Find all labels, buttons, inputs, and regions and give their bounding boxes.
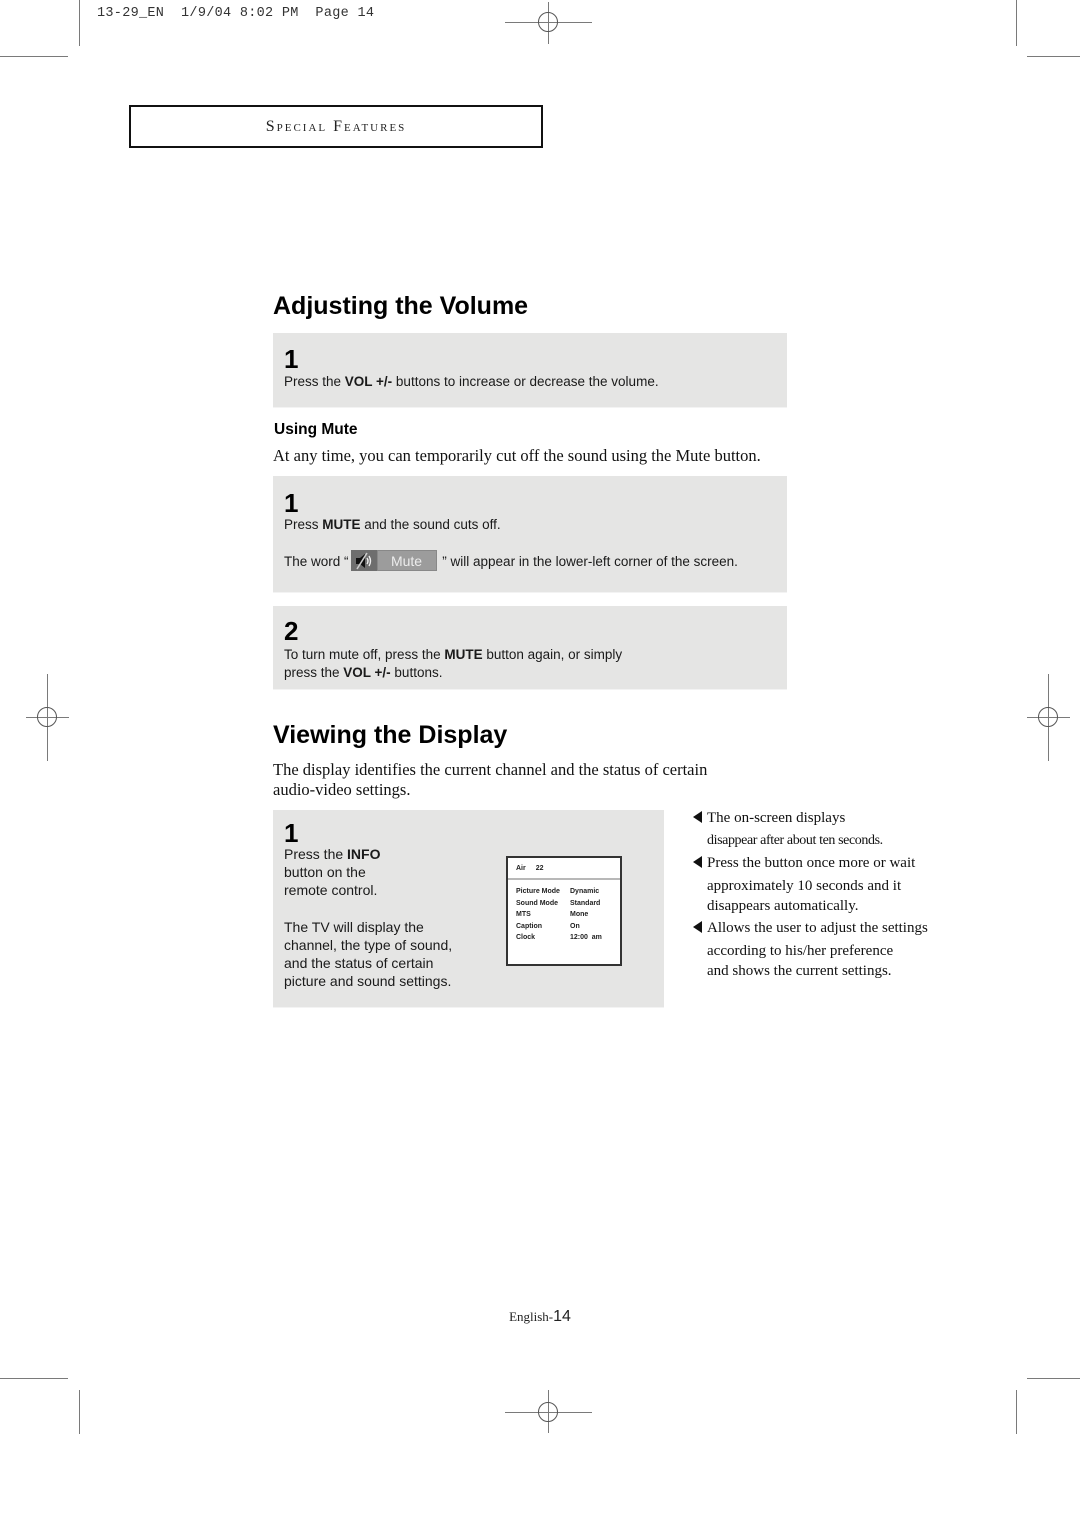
osd-row: Caption On [508, 921, 620, 933]
step-instruction: Press the VOL +/- buttons to increase or… [284, 373, 659, 391]
text: remote control. [284, 882, 378, 898]
crop-mark [1016, 1390, 1017, 1434]
step-instruction: Press MUTE and the sound cuts off. [284, 516, 501, 534]
text: channel, the type of sound, [284, 937, 453, 953]
registration-circle-icon [538, 1402, 558, 1422]
text: audio-video settings. [273, 780, 411, 799]
text: Press the button once more or wait [707, 855, 916, 871]
key-label: MUTE [444, 647, 483, 662]
section-header: Special Features [129, 105, 543, 148]
text: To turn mute off, press the [284, 647, 445, 662]
osd-label: Sound Mode [516, 899, 558, 907]
step-description: The TV will display the channel, the typ… [284, 918, 452, 990]
osd-source: Air [516, 864, 526, 872]
info-osd-illustration: Air 22 Picture Mode Dynamic Sound Mode Sta… [506, 856, 622, 966]
text: disappear after about ten seconds. [707, 833, 883, 848]
registration-circle-icon [538, 12, 558, 32]
step-instruction: Press the INFO button on the remote cont… [284, 845, 380, 899]
crop-mark [79, 1390, 80, 1434]
text: press the [284, 665, 344, 680]
osd-row: MTS Mone [508, 909, 620, 921]
step-instruction: To turn mute off, press the MUTE button … [284, 646, 622, 682]
step-number: 2 [284, 616, 299, 646]
subheading-using-mute: Using Mute [274, 421, 358, 438]
text: Press the [284, 374, 345, 389]
text: buttons. [390, 665, 443, 680]
step-number: 1 [284, 488, 299, 518]
step-box-mute-1: 1 Press MUTE and the sound cuts off. The… [273, 476, 787, 593]
osd-label: Picture Mode [516, 888, 560, 896]
text: and shows the current settings. [707, 963, 892, 979]
text: The TV will display the [284, 919, 424, 935]
text: picture and sound settings. [284, 973, 452, 989]
osd-row: Sound Mode Standard [508, 898, 620, 910]
note-item: The on-screen displays disappear after a… [693, 808, 973, 851]
registration-circle-icon [37, 707, 57, 727]
text: The on-screen displays [707, 810, 846, 826]
step-box-mute-2: 2 To turn mute off, press the MUTE butto… [273, 606, 787, 690]
crop-mark [79, 0, 80, 46]
text: button on the [284, 864, 366, 880]
osd-label: MTS [516, 911, 531, 919]
step-instruction: The word “ Mute ” will appear in the lowe… [284, 550, 738, 573]
text: Press [284, 517, 323, 532]
mute-intro: At any time, you can temporarily cut off… [273, 446, 761, 465]
text: Allows the user to adjust the settings [707, 920, 928, 936]
osd-row: Picture Mode Dynamic [508, 886, 620, 898]
text: The display identifies the current chann… [273, 760, 708, 779]
page-footer: English-14 [0, 1308, 1080, 1326]
triangle-bullet-icon [693, 921, 702, 933]
osd-row: Clock 12:00 am [508, 932, 620, 944]
triangle-bullet-icon [693, 856, 702, 868]
footer-language: English- [509, 1309, 554, 1324]
speaker-muted-icon [350, 550, 377, 571]
step-box-volume-1: 1 Press the VOL +/- buttons to increase … [273, 333, 787, 408]
section-title: Special Features [265, 117, 407, 135]
heading-viewing-display: Viewing the Display [273, 721, 508, 749]
osd-value: On [570, 922, 580, 930]
text: disappears automatically. [707, 898, 859, 914]
crop-mark [1027, 1378, 1080, 1379]
text: Press the [284, 846, 348, 862]
triangle-bullet-icon [693, 811, 702, 823]
osd-value: Mone [570, 911, 589, 919]
osd-value: 12:00 am [570, 934, 602, 942]
display-notes: The on-screen displays disappear after a… [693, 808, 973, 983]
key-label: INFO [347, 846, 381, 862]
mute-osd-chip: Mute [350, 550, 437, 571]
text: button again, or simply [482, 647, 623, 662]
text: and the sound cuts off. [360, 517, 501, 532]
note-item: Allows the user to adjust the settings a… [693, 918, 973, 981]
text: buttons to increase or decrease the volu… [392, 374, 659, 389]
text: according to his/her preference [707, 943, 894, 959]
display-intro: The display identifies the current chann… [273, 760, 707, 800]
registration-circle-icon [1038, 707, 1058, 727]
crop-mark [0, 56, 68, 57]
step-box-display-1: 1 Press the INFO button on the remote co… [273, 810, 664, 1008]
text: The word “ [284, 554, 349, 570]
heading-adjusting-volume: Adjusting the Volume [273, 292, 529, 320]
crop-mark [0, 1378, 68, 1379]
osd-value: Standard [570, 899, 601, 907]
mute-label: Mute [376, 550, 437, 571]
crop-mark [1027, 56, 1080, 57]
note-item: Press the button once more or wait appro… [693, 853, 973, 916]
osd-label: Caption [516, 922, 543, 930]
print-slug: 13-29_EN 1/9/04 8:02 PM Page 14 [97, 6, 375, 21]
osd-channel: 22 [535, 864, 544, 872]
step-number: 1 [284, 344, 299, 374]
key-label: MUTE [322, 517, 361, 532]
text: ” will appear in the lower-left corner o… [438, 554, 738, 570]
page-number: 14 [553, 1308, 571, 1325]
key-label: VOL +/- [344, 374, 393, 389]
osd-label: Clock [516, 934, 536, 942]
crop-mark [1016, 0, 1017, 46]
osd-channel-header: Air 22 [508, 858, 620, 880]
text: approximately 10 seconds and it [707, 878, 902, 894]
text: and the status of certain [284, 955, 434, 971]
key-label: VOL +/- [343, 665, 391, 680]
osd-value: Dynamic [570, 888, 600, 896]
